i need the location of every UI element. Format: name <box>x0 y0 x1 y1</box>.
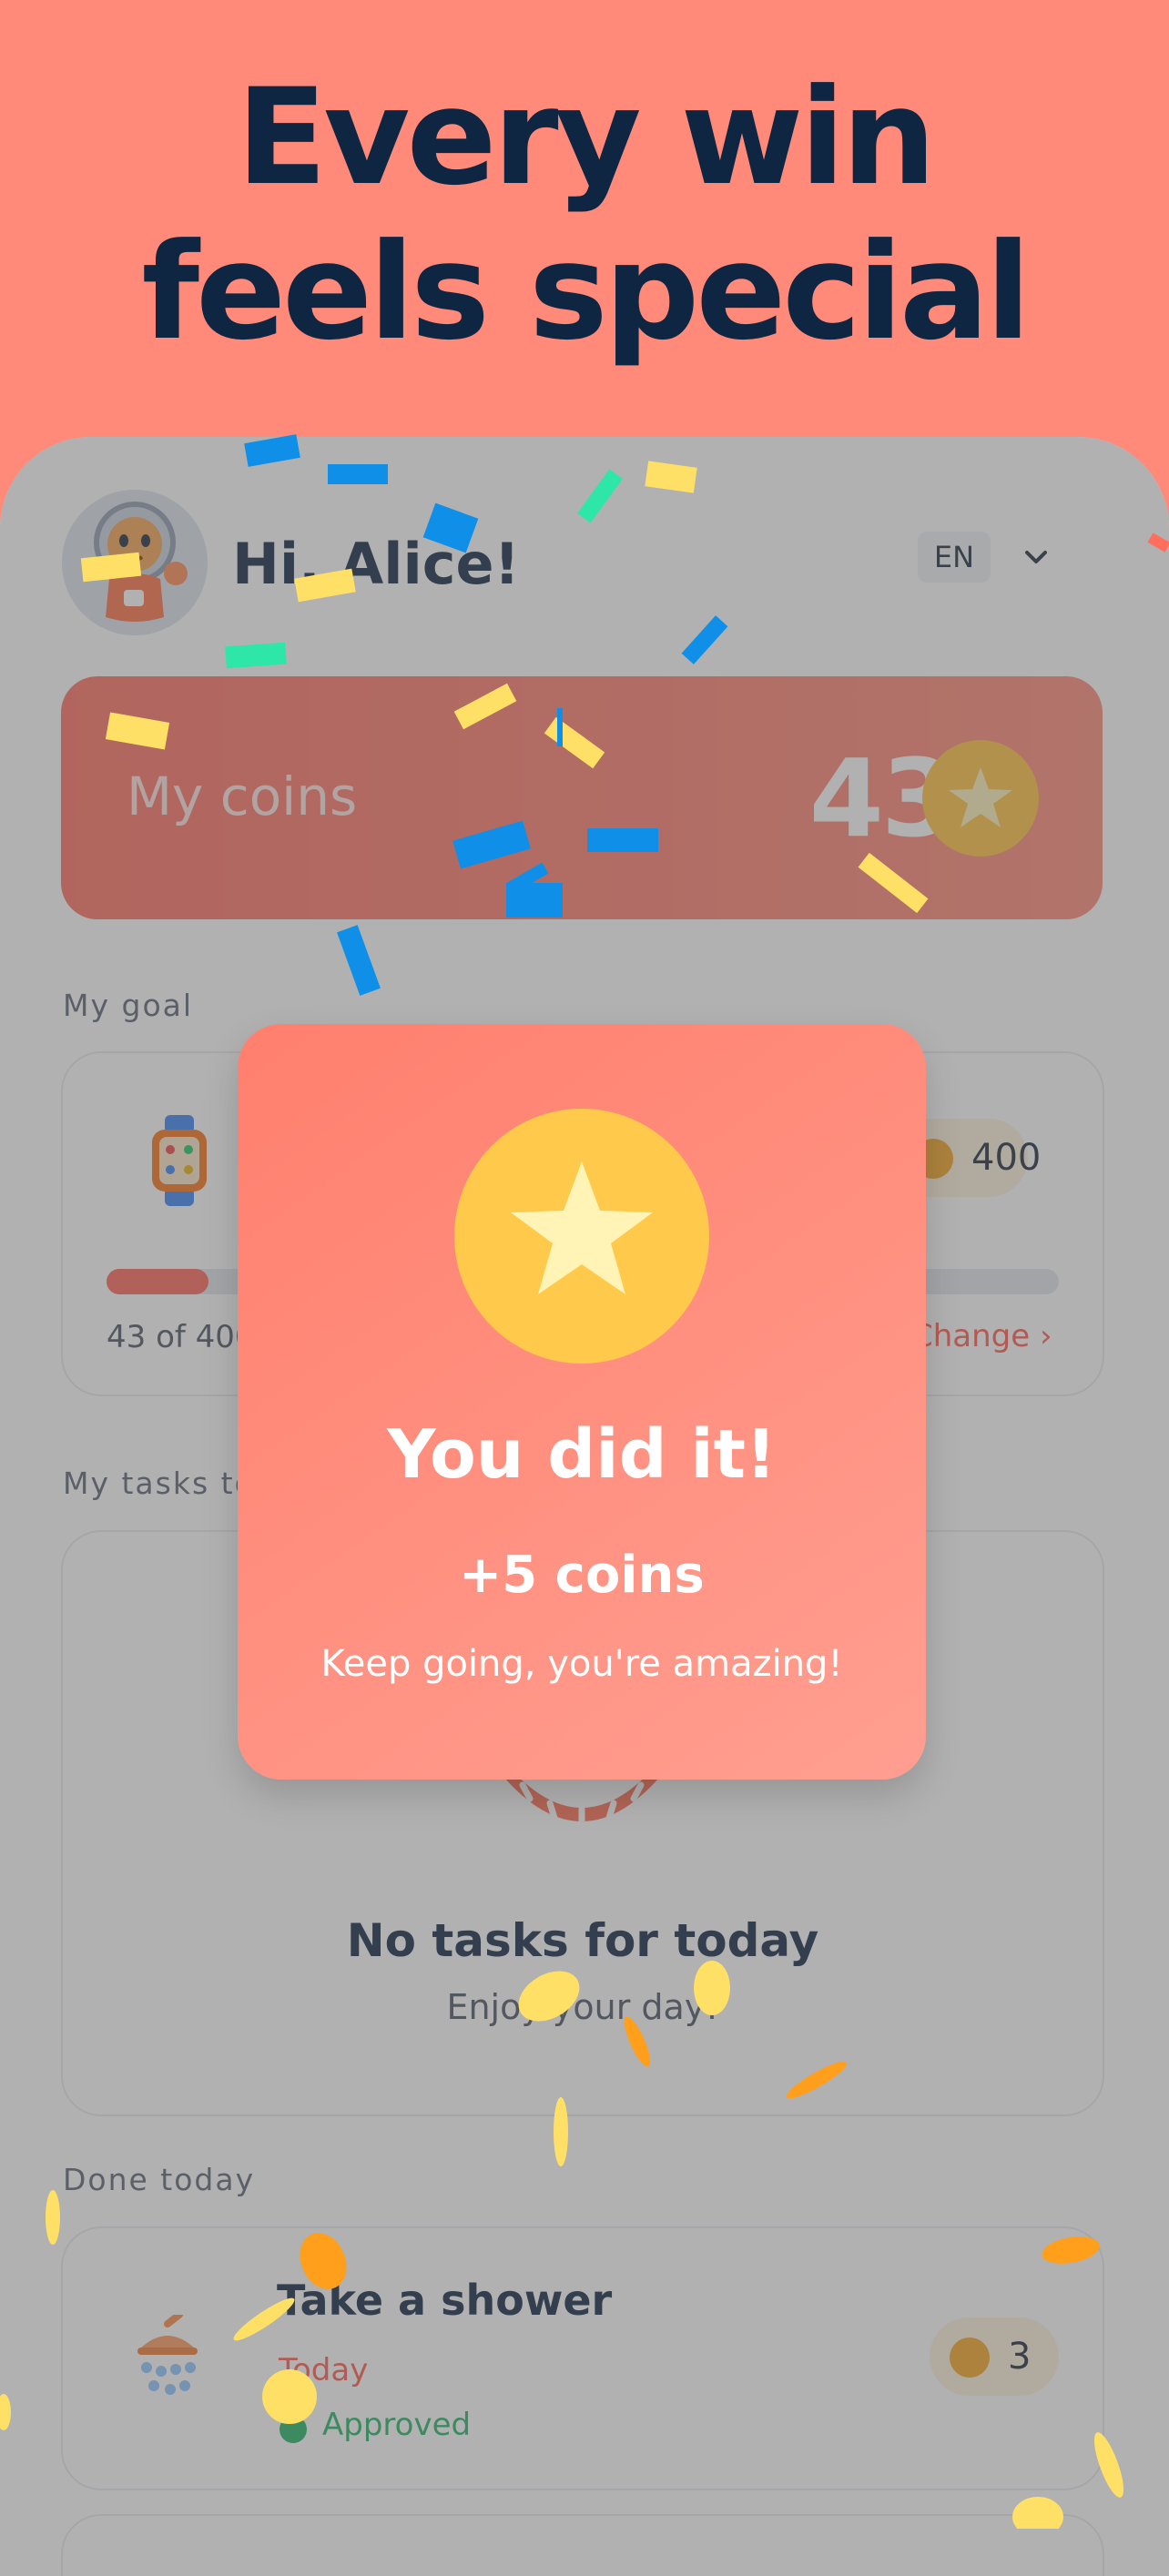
hero-title-line-1: Every win <box>236 60 937 215</box>
reward-coin-icon <box>454 1109 709 1364</box>
coins-label: My coins <box>127 766 358 827</box>
empty-tasks-subtitle: Enjoy your day! <box>446 1987 719 2027</box>
hero-banner: Every win feels special <box>0 0 1169 437</box>
done-section-label: Done today <box>63 2162 256 2197</box>
reward-modal[interactable]: You did it! +5 coins Keep going, you're … <box>238 1024 926 1780</box>
done-task-day: Today <box>279 2352 369 2388</box>
chevron-down-icon[interactable] <box>1020 541 1052 573</box>
avatar[interactable] <box>62 490 208 635</box>
goal-progress-text: 43 of 400 <box>107 1319 255 1355</box>
done-task-coins-badge: 3 <box>930 2317 1059 2396</box>
goal-progress-fill <box>107 1269 209 1294</box>
reward-message: Keep going, you're amazing! <box>320 1643 843 1685</box>
shower-icon <box>137 2315 198 2395</box>
reward-coins: +5 coins <box>459 1546 705 1605</box>
change-goal-label: Change <box>911 1318 1031 1354</box>
tiger-astronaut-icon <box>62 490 208 635</box>
change-goal-link[interactable]: Change › <box>911 1318 1052 1354</box>
approved-icon <box>280 2416 307 2443</box>
empty-tasks-title: No tasks for today <box>346 1914 819 1967</box>
hero-title-line-2: feels special <box>141 215 1032 370</box>
done-task-coins: 3 <box>1008 2336 1032 2378</box>
done-task-status: Approved <box>322 2407 472 2443</box>
goal-price: 400 <box>971 1137 1042 1179</box>
done-task-title: Take a shower <box>277 2276 613 2325</box>
next-done-task-row[interactable] <box>61 2514 1104 2576</box>
coin-icon <box>950 2338 990 2378</box>
goal-section-label: My goal <box>63 988 194 1023</box>
smartwatch-icon <box>152 1115 207 1206</box>
greeting-text: Hi, Alice! <box>232 531 520 597</box>
reward-title: You did it! <box>387 1415 777 1494</box>
language-selector[interactable]: EN <box>918 532 991 583</box>
chevron-right-icon: › <box>1040 1318 1052 1354</box>
coins-card: My coins 43 <box>61 676 1103 919</box>
coin-icon <box>922 740 1039 857</box>
done-task-row[interactable]: Take a shower Today Approved 3 <box>61 2226 1104 2490</box>
